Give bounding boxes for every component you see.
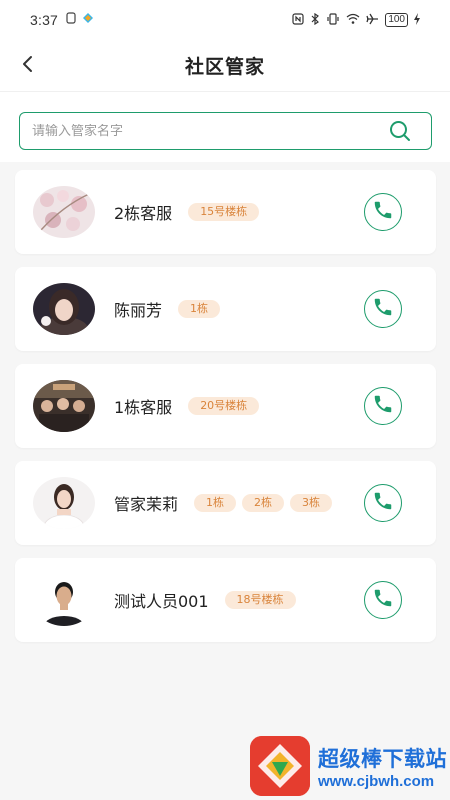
building-tag: 15号楼栋 (188, 203, 260, 221)
phone-icon (372, 490, 394, 516)
manager-card[interactable]: 2栋客服 15号楼栋 (15, 170, 436, 254)
building-tags: 15号楼栋 (188, 203, 260, 221)
sim-icon (66, 12, 76, 28)
building-tags: 20号楼栋 (188, 397, 260, 415)
building-tag: 18号楼栋 (224, 591, 296, 609)
charging-icon (414, 12, 420, 28)
building-tag: 1栋 (194, 494, 237, 512)
avatar (33, 283, 95, 335)
building-tags: 1栋 2栋 3栋 (194, 494, 333, 512)
nfc-icon (292, 12, 304, 28)
app-header: 社区管家 (0, 40, 450, 92)
manager-card[interactable]: 测试人员001 18号楼栋 (15, 558, 436, 642)
vibrate-icon (326, 12, 340, 28)
manager-list: 2栋客服 15号楼栋 陈丽芳 1栋 1栋客服 20号楼栋 管家茉莉 1栋 2栋 … (15, 170, 436, 655)
call-button[interactable] (364, 290, 402, 328)
search-input[interactable] (32, 123, 387, 139)
phone-icon (372, 587, 394, 613)
building-tags: 18号楼栋 (224, 591, 296, 609)
call-button[interactable] (364, 193, 402, 231)
search-icon[interactable] (387, 118, 413, 144)
manager-card[interactable]: 1栋客服 20号楼栋 (15, 364, 436, 448)
battery-indicator: 100 (385, 13, 408, 27)
phone-icon (372, 296, 394, 322)
building-tag: 3栋 (290, 494, 333, 512)
airplane-icon (366, 13, 379, 28)
site-watermark: 超级棒下载站 www.cjbwh.com (250, 735, 450, 797)
avatar (33, 380, 95, 432)
back-button[interactable] (14, 50, 42, 82)
avatar (33, 186, 95, 238)
manager-name: 管家茉莉 (114, 495, 179, 514)
phone-icon (372, 199, 394, 225)
avatar (33, 574, 95, 626)
manager-name: 陈丽芳 (114, 301, 163, 320)
avatar (33, 477, 95, 529)
status-time: 3:37 (30, 12, 59, 28)
wifi-icon (346, 13, 360, 28)
manager-name: 2栋客服 (114, 204, 173, 223)
manager-card[interactable]: 陈丽芳 1栋 (15, 267, 436, 351)
manager-card[interactable]: 管家茉莉 1栋 2栋 3栋 (15, 461, 436, 545)
phone-icon (372, 393, 394, 419)
call-button[interactable] (364, 581, 402, 619)
search-section (0, 92, 450, 162)
building-tag: 20号楼栋 (188, 397, 260, 415)
manager-name: 1栋客服 (114, 398, 173, 417)
status-bar: 3:37 100 (0, 0, 450, 40)
page-title: 社区管家 (184, 56, 265, 78)
building-tag: 2栋 (242, 494, 285, 512)
app-notification-icon (82, 12, 94, 28)
watermark-url: www.cjbwh.com (318, 772, 435, 790)
building-tags: 1栋 (178, 300, 221, 318)
watermark-title: 超级棒下载站 (318, 746, 447, 771)
call-button[interactable] (364, 387, 402, 425)
search-box (19, 112, 432, 150)
manager-name: 测试人员001 (114, 592, 209, 611)
watermark-logo-icon (250, 736, 310, 796)
bluetooth-icon (310, 12, 320, 28)
chevron-left-icon (21, 55, 35, 77)
building-tag: 1栋 (178, 300, 221, 318)
call-button[interactable] (364, 484, 402, 522)
